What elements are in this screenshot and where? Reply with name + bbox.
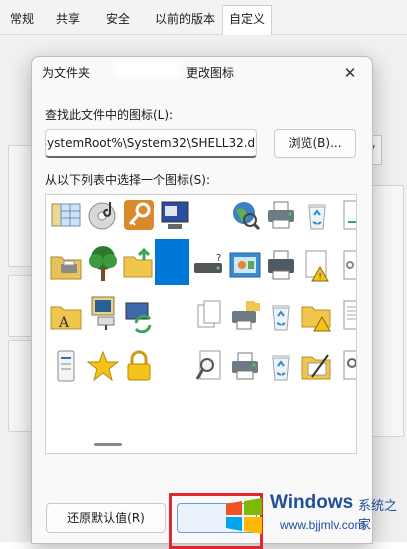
recycle-bin-icon[interactable] <box>264 299 298 333</box>
key-icon[interactable] <box>122 198 156 232</box>
search-file-label: 查找此文件中的图标(L): <box>45 108 174 122</box>
printer-small-icon[interactable] <box>228 349 262 383</box>
dialog-title-prefix: 为文件夹 <box>42 66 91 80</box>
document-search-icon[interactable] <box>192 349 226 383</box>
settings-file-icon[interactable] <box>336 249 356 283</box>
control-panel-icon[interactable] <box>228 249 262 283</box>
selected-icon[interactable] <box>155 239 189 285</box>
document-lines-icon[interactable] <box>336 299 356 333</box>
folder-font-icon[interactable]: A <box>49 299 83 333</box>
tab-previous-versions[interactable]: 以前的版本 <box>150 7 220 31</box>
network-sync-icon[interactable] <box>122 299 156 333</box>
printer-folder-icon[interactable] <box>228 299 262 333</box>
windows-logo-icon <box>226 498 262 534</box>
change-icon-dialog: 为文件夹 更改图标 ✕ 查找此文件中的图标(L): %SystemRoot%\Sy… <box>31 56 373 549</box>
path-value: %SystemRoot%\System32\SHELL32.dll <box>45 136 257 150</box>
watermark: Windows 系统之家 www.bjjmlv.com <box>220 488 407 542</box>
globe-search-icon[interactable] <box>228 198 262 232</box>
icon-file-path-input[interactable]: %SystemRoot%\System32\SHELL32.dll <box>45 129 257 158</box>
document-warning-icon[interactable]: ! <box>300 249 334 283</box>
restore-default-button[interactable]: 还原默认值(R) <box>46 503 166 533</box>
settings-doc-icon[interactable] <box>336 349 356 383</box>
tab-general[interactable]: 常规 <box>4 7 40 31</box>
tab-customize[interactable]: 自定义 <box>222 5 272 36</box>
background-group-box-4 <box>372 185 404 437</box>
printer-dark-icon[interactable] <box>264 249 298 283</box>
icon-list-label: 从以下列表中选择一个图标(S): <box>45 173 211 187</box>
network-computer-icon[interactable] <box>86 295 120 330</box>
server-icon[interactable] <box>49 349 83 383</box>
properties-tab-bar: 常规 共享 安全 以前的版本 自定义 <box>0 0 407 36</box>
watermark-brand-cn: 系统之家 <box>358 499 398 533</box>
folder-warning-icon[interactable] <box>300 299 334 333</box>
recycle-bin-empty-icon[interactable] <box>264 349 298 383</box>
close-button[interactable]: ✕ <box>336 61 364 85</box>
folder-pen-icon[interactable] <box>300 349 334 383</box>
folder-printer-icon[interactable] <box>49 249 83 283</box>
computer-window-icon[interactable] <box>158 198 192 232</box>
copy-pages-icon[interactable] <box>192 299 226 333</box>
tree-icon[interactable] <box>86 245 120 281</box>
folder-up-icon[interactable] <box>122 247 156 281</box>
icon-list[interactable]: ? ! A <box>45 194 357 454</box>
svg-text:!: ! <box>319 272 322 281</box>
title-redaction-blur <box>114 63 180 79</box>
lock-icon[interactable] <box>122 349 156 383</box>
table-icon[interactable] <box>49 198 83 232</box>
tab-security[interactable]: 安全 <box>100 7 136 31</box>
document-green-icon[interactable] <box>336 198 356 232</box>
dialog-title-suffix: 更改图标 <box>186 66 235 80</box>
star-icon[interactable] <box>86 349 120 383</box>
svg-text:A: A <box>58 315 70 331</box>
cd-audio-icon[interactable] <box>86 198 120 232</box>
tab-sharing[interactable]: 共享 <box>50 7 86 31</box>
drive-question-icon[interactable]: ? <box>192 249 226 283</box>
printer-icon[interactable] <box>264 198 298 232</box>
horizontal-scrollbar[interactable] <box>94 443 122 446</box>
watermark-url: www.bjjmlv.com <box>280 518 365 532</box>
watermark-brand: Windows <box>270 492 354 513</box>
browse-button[interactable]: 浏览(B)... <box>274 129 356 158</box>
svg-text:?: ? <box>216 253 221 264</box>
recycle-bin-full-icon[interactable] <box>300 198 334 232</box>
